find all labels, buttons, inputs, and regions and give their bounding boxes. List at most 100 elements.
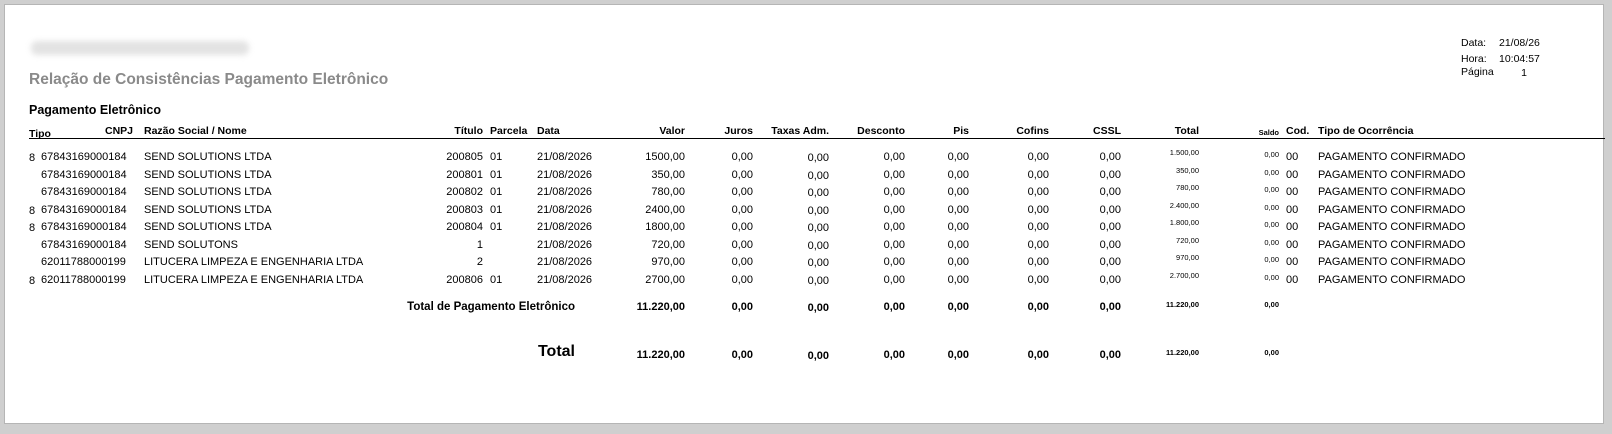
cell-razao: SEND SOLUTIONS LTDA [144,151,272,163]
cell-saldo: 0,00 [1264,185,1279,194]
cell-razao: LITUCERA LIMPEZA E ENGENHARIA LTDA [144,256,364,268]
cell-razao: SEND SOLUTIONS LTDA [144,169,272,181]
cell-cssl: 0,00 [1099,169,1121,181]
cell-total: 2.400,00 [1169,201,1199,210]
column-header-saldo: Saldo [1258,128,1279,137]
cell-data: 21/08/2026 [537,221,593,233]
cell-cnpj: 62011788000199 [41,274,126,286]
cell-razao: SEND SOLUTIONS LTDA [144,204,272,216]
cell-cod: 00 [1286,239,1299,251]
cell-data: 21/08/2026 [537,169,593,181]
cell-saldo: 0,00 [1264,150,1279,159]
column-header-titulo: Título [454,125,483,137]
table-row: 62011788000199 LITUCERA LIMPEZA E ENGENHA… [5,253,1605,273]
cell-ocorrencia: PAGAMENTO CONFIRMADO [1318,239,1466,251]
table-row: 67843169000184 SEND SOLUTIONS LTDA 200801 0… [5,166,1605,186]
column-header-data: Data [537,125,560,137]
cell-desconto: 0,00 [883,239,905,251]
cell-cofins: 0,00 [1027,169,1049,181]
cell-cofins: 0,00 [1027,204,1049,216]
grand-total-pis: 0,00 [947,349,969,361]
cell-pis: 0,00 [947,169,969,181]
table-row: 8 67843169000184 SEND SOLUTIONS LTDA 200804… [5,218,1605,238]
subtotal-cssl: 0,00 [1099,301,1121,313]
cell-data: 21/08/2026 [537,274,593,286]
cell-titulo: 200803 [446,204,483,216]
cell-data: 21/08/2026 [537,239,593,251]
cell-ocorrencia: PAGAMENTO CONFIRMADO [1318,256,1466,268]
page-label: Página [1461,66,1494,78]
cell-parcela: 01 [490,151,503,163]
cell-taxas: 0,00 [807,257,829,269]
grand-total-desconto: 0,00 [883,349,905,361]
column-header-pis: Pis [953,125,969,137]
cell-data: 21/08/2026 [537,186,593,198]
column-header-juros: Juros [724,125,753,137]
cell-ocorrencia: PAGAMENTO CONFIRMADO [1318,186,1466,198]
cell-cnpj: 62011788000199 [41,256,126,268]
cell-juros: 0,00 [731,204,753,216]
cell-ocorrencia: PAGAMENTO CONFIRMADO [1318,221,1466,233]
cell-ocorrencia: PAGAMENTO CONFIRMADO [1318,274,1466,286]
subtotal-total: 11.220,00 [1166,300,1199,309]
subtotal-label: Total de Pagamento Eletrônico [407,301,575,313]
column-header-parcela: Parcela [490,125,528,137]
cell-titulo: 200805 [446,151,483,163]
table-row: 67843169000184 SEND SOLUTONS 1 21/08/2026 72… [5,236,1605,256]
subtotal-cofins: 0,00 [1027,301,1049,313]
cell-titulo: 200804 [446,221,483,233]
cell-cofins: 0,00 [1027,151,1049,163]
cell-parcela: 01 [490,169,503,181]
cell-taxas: 0,00 [807,187,829,199]
cell-cssl: 0,00 [1099,274,1121,286]
cell-parcela: 01 [490,221,503,233]
cell-desconto: 0,00 [883,204,905,216]
grand-total-cssl: 0,00 [1099,349,1121,361]
cell-pis: 0,00 [947,204,969,216]
time-label: Hora: [1461,53,1487,65]
cell-juros: 0,00 [731,256,753,268]
cell-parcela: 01 [490,186,503,198]
cell-razao: SEND SOLUTONS [144,239,238,251]
cell-cofins: 0,00 [1027,274,1049,286]
cell-valor: 350,00 [651,169,685,181]
subtotal-desconto: 0,00 [883,301,905,313]
header-divider [29,138,1605,139]
cell-cod: 00 [1286,274,1299,286]
cell-cnpj: 67843169000184 [41,151,127,163]
subtotal-saldo: 0,00 [1264,300,1279,309]
cell-desconto: 0,00 [883,169,905,181]
cell-juros: 0,00 [731,151,753,163]
cell-pis: 0,00 [947,151,969,163]
date-label: Data: [1461,37,1487,49]
cell-total: 1.500,00 [1169,148,1199,157]
cell-saldo: 0,00 [1264,238,1279,247]
cell-taxas: 0,00 [807,222,829,234]
cell-pis: 0,00 [947,186,969,198]
grand-total-juros: 0,00 [731,349,753,361]
grand-total-valor: 11.220,00 [636,349,685,361]
cell-desconto: 0,00 [883,151,905,163]
cell-data: 21/08/2026 [537,256,593,268]
table-row: 8 67843169000184 SEND SOLUTIONS LTDA 200805… [5,148,1605,168]
grand-total-taxas: 0,00 [807,350,829,362]
cell-cofins: 0,00 [1027,256,1049,268]
cell-total: 720,00 [1176,236,1199,245]
cell-cod: 00 [1286,256,1299,268]
cell-pis: 0,00 [947,274,969,286]
grand-total-cofins: 0,00 [1027,349,1049,361]
table-row: 8 62011788000199 LITUCERA LIMPEZA E ENGENH… [5,271,1605,291]
cell-taxas: 0,00 [807,275,829,287]
cell-desconto: 0,00 [883,256,905,268]
time-value: 10:04:57 [1499,53,1540,65]
grand-total-saldo: 0,00 [1264,348,1279,357]
subtotal-juros: 0,00 [731,301,753,313]
cell-titulo: 1 [476,239,483,251]
cell-parcela: 01 [490,274,503,286]
cell-taxas: 0,00 [807,240,829,252]
cell-saldo: 0,00 [1264,203,1279,212]
cell-data: 21/08/2026 [537,151,593,163]
cell-titulo: 200802 [446,186,483,198]
cell-ocorrencia: PAGAMENTO CONFIRMADO [1318,204,1466,216]
cell-titulo: 200806 [446,274,483,286]
